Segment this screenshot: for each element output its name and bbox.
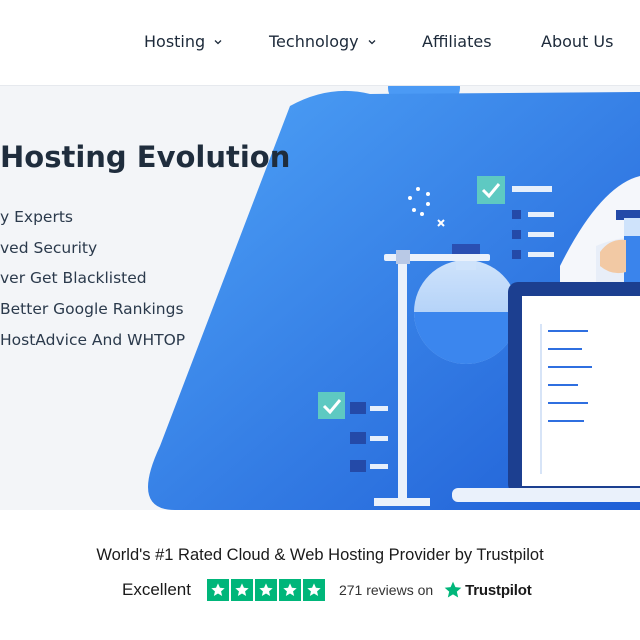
star-icon	[230, 579, 253, 601]
chevron-down-icon	[214, 39, 222, 44]
feature-item: y Experts	[0, 208, 73, 226]
rating-label: Excellent	[122, 580, 191, 599]
trustpilot-brand: Trustpilot	[465, 581, 532, 599]
nav-item-label: About Us	[541, 32, 614, 51]
review-count: 271 reviews on	[338, 582, 434, 598]
nav-item-label: Technology	[269, 32, 359, 51]
feature-item: ved Security	[0, 238, 98, 257]
trustpilot-logo[interactable]: Trustpilot	[443, 580, 532, 600]
trustpilot-section: World's #1 Rated Cloud & Web Hosting Pro…	[0, 510, 640, 640]
nav-item-hosting[interactable]: Hosting	[144, 32, 223, 51]
nav-item-label: Affiliates	[422, 32, 492, 51]
trust-headline: World's #1 Rated Cloud & Web Hosting Pro…	[96, 546, 544, 564]
hero-title: Hosting Evolution	[0, 140, 291, 174]
feature-item: Better Google Rankings	[0, 300, 184, 319]
feature-list: y Experts ved Security ver Get Blacklist…	[0, 202, 185, 355]
top-navigation: Hosting Technology Affiliates About Us	[0, 0, 640, 86]
nav-item-about-us[interactable]: About Us	[541, 32, 613, 51]
feature-item: ver Get Blacklisted	[0, 269, 147, 288]
nav-item-label: Hosting	[144, 32, 206, 51]
nav-item-technology[interactable]: Technology	[269, 32, 377, 51]
hero-banner: Hosting Evolution y Experts ved Security…	[0, 86, 640, 510]
star-icon	[206, 579, 229, 601]
star-icon	[278, 579, 301, 601]
nav-item-affiliates[interactable]: Affiliates	[422, 32, 492, 51]
star-icon	[254, 579, 277, 601]
feature-item: HostAdvice And WHTOP	[0, 330, 186, 349]
star-rating	[206, 579, 325, 601]
trustpilot-star-icon	[444, 581, 462, 598]
star-icon	[302, 579, 325, 601]
chevron-down-icon	[368, 39, 376, 44]
trustpilot-widget[interactable]: Excellent 271 reviews on Trustpilot	[122, 578, 532, 602]
